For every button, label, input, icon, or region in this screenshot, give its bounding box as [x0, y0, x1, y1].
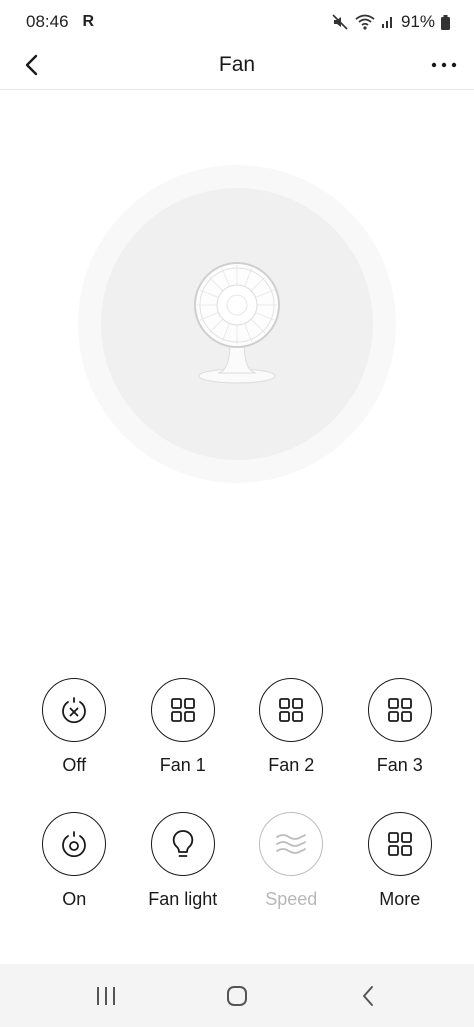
device-hero	[78, 165, 396, 483]
off-button-circle	[42, 678, 107, 742]
speed-button[interactable]: Speed	[237, 812, 346, 910]
fan-3-button[interactable]: Fan 3	[346, 678, 455, 776]
fan-1-button[interactable]: Fan 1	[129, 678, 238, 776]
desk-fan-image	[194, 262, 280, 384]
more-button-label: More	[379, 889, 421, 909]
fan-2-button-circle	[259, 678, 324, 742]
device-hero-inner	[101, 188, 373, 460]
grid-icon	[170, 698, 195, 722]
system-back-button[interactable]	[338, 972, 398, 1020]
more-button-circle	[367, 812, 432, 876]
controls-grid: Off Fan 1 Fan 2 Fan 3 On Fan light Speed…	[20, 678, 454, 910]
on-button-circle	[42, 812, 107, 876]
grid-icon	[279, 698, 304, 722]
more-options-button[interactable]	[426, 48, 462, 82]
fan-light-button[interactable]: Fan light	[129, 812, 238, 910]
fan-2-button[interactable]: Fan 2	[237, 678, 346, 776]
status-bar: 08:46 R 91%	[0, 0, 474, 44]
fan-1-button-label: Fan 1	[159, 755, 206, 775]
more-horizontal-icon	[431, 62, 457, 68]
fan-2-button-label: Fan 2	[268, 755, 315, 775]
off-button-label: Off	[62, 755, 87, 775]
power-on-icon	[62, 831, 87, 858]
home-icon	[226, 985, 247, 1006]
off-button[interactable]: Off	[20, 678, 129, 776]
recents-icon	[96, 986, 115, 1005]
wifi-icon	[355, 14, 375, 30]
on-button[interactable]: On	[20, 812, 129, 910]
home-button[interactable]	[207, 972, 267, 1020]
back-button[interactable]	[14, 48, 48, 82]
system-nav-bar	[0, 964, 474, 1027]
wind-icon	[276, 834, 307, 854]
grid-icon	[387, 832, 412, 856]
page-title: Fan	[218, 52, 256, 76]
light-bulb-icon	[172, 830, 193, 857]
more-button[interactable]: More	[346, 812, 455, 910]
fan-1-button-circle	[150, 678, 215, 742]
chevron-left-icon	[25, 54, 38, 76]
grid-icon	[387, 698, 412, 722]
signal-icon	[381, 15, 395, 29]
fan-3-button-circle	[367, 678, 432, 742]
on-button-label: On	[62, 889, 87, 909]
battery-percent: 91%	[400, 12, 435, 31]
app-header: Fan	[0, 40, 474, 90]
fan-light-button-label: Fan light	[148, 889, 218, 909]
recents-button[interactable]	[76, 972, 136, 1020]
mute-icon	[331, 13, 349, 31]
back-icon	[363, 985, 374, 1006]
status-time: 08:46	[26, 12, 69, 31]
carrier-icon: R	[82, 13, 95, 30]
speed-button-label: Speed	[265, 889, 318, 909]
power-off-icon	[62, 697, 87, 724]
fan-3-button-label: Fan 3	[376, 755, 423, 775]
fan-light-button-circle	[150, 812, 215, 876]
battery-icon	[441, 14, 450, 30]
speed-button-circle	[259, 812, 324, 876]
